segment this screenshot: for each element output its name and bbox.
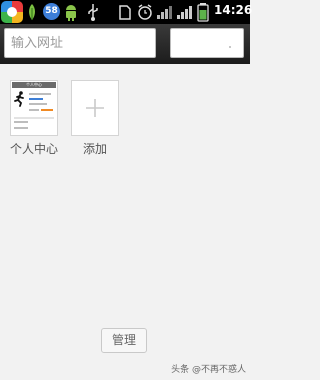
browser-top-bar [0, 24, 250, 64]
thumbnail-header: 个人中心 [12, 82, 56, 88]
tile-label-personal-center: 个人中心 [9, 142, 58, 156]
tile-add[interactable]: 添加 [71, 80, 119, 156]
thumbnail-line [14, 127, 28, 129]
thumbnail-title: 个人中心 [26, 82, 42, 87]
tile-personal-center[interactable]: 个人中心 个人中心 [10, 80, 58, 156]
thumbnail-divider [14, 117, 54, 119]
thumbnail-line [29, 109, 39, 111]
add-tile-frame[interactable] [71, 80, 119, 136]
status-bar: 58 14:26 [0, 0, 253, 24]
thumbnail-line [14, 121, 28, 123]
plus-icon [86, 99, 104, 117]
status-clock: 14:26 [214, 3, 253, 17]
go-button-dot [229, 46, 231, 48]
android-notification-icon[interactable] [63, 2, 79, 22]
watermark-text: 头条 @不再不惑人 [171, 365, 246, 375]
search-go-button[interactable] [170, 28, 244, 58]
leaf-notification-icon[interactable] [27, 2, 37, 22]
personal-center-thumbnail[interactable]: 个人中心 [10, 80, 58, 136]
signal-icon [157, 6, 172, 19]
thumbnail-line [41, 109, 53, 111]
app-logo-icon[interactable] [1, 1, 23, 23]
thumbnail-line [29, 98, 43, 100]
thumbnail-line [29, 103, 47, 105]
battery-icon [197, 3, 209, 22]
notification-badge-icon[interactable]: 58 [43, 3, 60, 20]
tile-label-add: 添加 [82, 142, 107, 156]
alarm-icon [138, 4, 152, 20]
sd-card-icon [119, 5, 131, 20]
thumbnail-line [29, 93, 51, 95]
runner-icon [14, 91, 24, 107]
usb-icon [88, 4, 98, 21]
manage-button[interactable]: 管理 [101, 328, 147, 353]
wifi-signal-icon [177, 6, 192, 19]
url-input[interactable] [4, 28, 156, 58]
